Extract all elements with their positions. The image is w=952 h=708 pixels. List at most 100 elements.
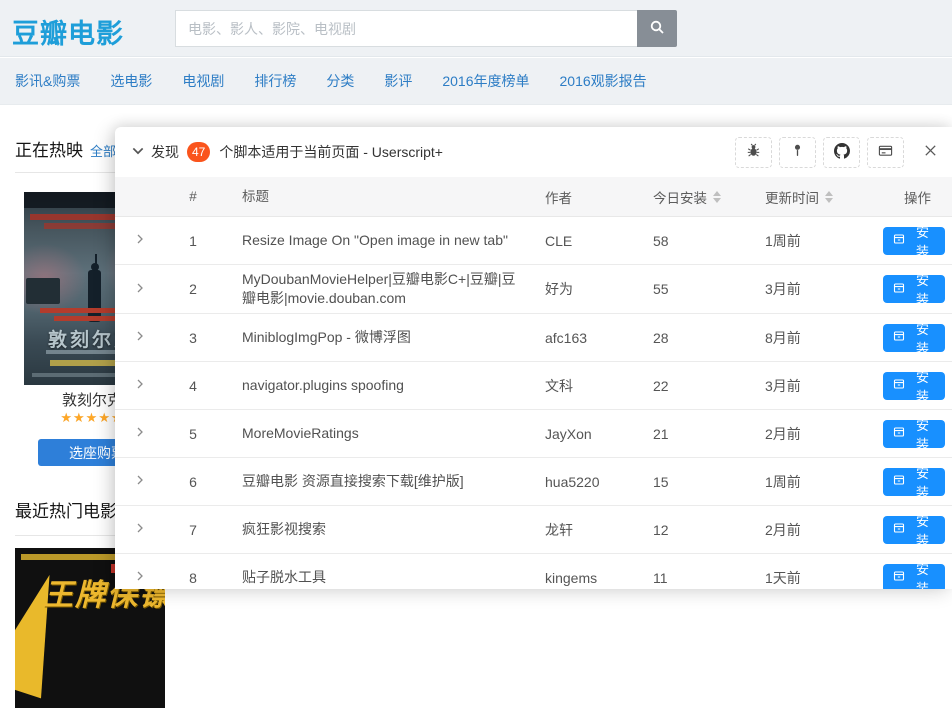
bug-icon <box>746 143 761 161</box>
install-label: 安装 <box>910 367 935 405</box>
nav-item-2016-report[interactable]: 2016观影报告 <box>560 71 647 91</box>
expand-row-button[interactable] <box>132 231 148 250</box>
script-title[interactable]: MiniblogImgPop - 微博浮图 <box>221 328 545 347</box>
github-icon <box>834 143 850 162</box>
column-index: # <box>165 189 221 204</box>
pin-button[interactable] <box>779 137 816 168</box>
script-title[interactable]: 疯狂影视搜索 <box>221 520 545 539</box>
expand-row-button[interactable] <box>132 520 148 539</box>
sort-carets-icon <box>713 191 721 203</box>
script-count-badge: 47 <box>187 142 210 162</box>
all-link[interactable]: 全部 <box>90 141 116 160</box>
column-updated-sort[interactable]: 更新时间 <box>765 187 883 207</box>
bug-report-button[interactable] <box>735 137 772 168</box>
expand-row-button[interactable] <box>132 472 148 491</box>
star-fill: ★★★★★ <box>60 410 117 426</box>
script-author: hua5220 <box>545 474 653 490</box>
expand-row-button[interactable] <box>132 568 148 587</box>
chevron-right-icon <box>134 426 146 441</box>
install-button[interactable]: 安装 <box>883 275 945 303</box>
nav-item-rankings[interactable]: 排行榜 <box>254 71 296 91</box>
search-icon <box>649 19 665 38</box>
chevron-right-icon <box>134 474 146 489</box>
updated-time: 1天前 <box>765 568 883 588</box>
install-label: 安装 <box>910 559 935 590</box>
table-header-row: # 标题 作者 今日安装 更新时间 操作 <box>115 177 952 217</box>
script-author: JayXon <box>545 426 653 442</box>
chevron-down-icon <box>131 144 145 161</box>
card-icon <box>878 143 893 161</box>
install-button[interactable]: 安装 <box>883 564 945 590</box>
userscript-panel: 发现 47 个脚本适用于当前页面 - Userscript+ <box>115 127 952 589</box>
table-row: 5 MoreMovieRatings JayXon 21 2月前 安装 <box>115 410 952 458</box>
daily-installs: 21 <box>653 426 765 442</box>
updated-time: 3月前 <box>765 279 883 299</box>
install-button[interactable]: 安装 <box>883 420 945 448</box>
script-title[interactable]: Resize Image On "Open image in new tab" <box>221 231 545 250</box>
row-index: 7 <box>165 522 221 538</box>
daily-installs: 28 <box>653 330 765 346</box>
install-button[interactable]: 安装 <box>883 516 945 544</box>
script-title[interactable]: MyDoubanMovieHelper|豆瓣电影C+|豆瓣|豆瓣电影|movie… <box>221 270 545 308</box>
script-title[interactable]: MoreMovieRatings <box>221 424 545 443</box>
install-button[interactable]: 安装 <box>883 324 945 352</box>
daily-installs: 22 <box>653 378 765 394</box>
install-icon <box>893 378 905 393</box>
install-button[interactable]: 安装 <box>883 227 945 255</box>
found-label: 发现 <box>151 142 179 162</box>
install-icon <box>893 282 905 297</box>
script-author: 龙轩 <box>545 520 653 540</box>
row-index: 5 <box>165 426 221 442</box>
recent-hot-title: 最近热门电影 <box>15 497 117 522</box>
table-row: 8 贴子脱水工具 kingems 11 1天前 安装 <box>115 554 952 589</box>
daily-installs: 12 <box>653 522 765 538</box>
nav-item-pick-movie[interactable]: 选电影 <box>110 71 152 91</box>
collapse-button[interactable] <box>129 142 147 163</box>
install-button[interactable]: 安装 <box>883 468 945 496</box>
sort-carets-icon <box>825 191 833 203</box>
github-button[interactable] <box>823 137 860 168</box>
card-view-button[interactable] <box>867 137 904 168</box>
row-index: 3 <box>165 330 221 346</box>
site-header: 豆瓣电影 <box>0 0 952 57</box>
nav-item-tv[interactable]: 电视剧 <box>182 71 224 91</box>
nav-item-categories[interactable]: 分类 <box>326 71 354 91</box>
table-row: 2 MyDoubanMovieHelper|豆瓣电影C+|豆瓣|豆瓣电影|mov… <box>115 265 952 314</box>
install-icon <box>893 474 905 489</box>
updated-time: 1周前 <box>765 231 883 251</box>
table-row: 6 豆瓣电影 资源直接搜索下载[维护版] hua5220 15 1周前 安装 <box>115 458 952 506</box>
install-label: 安装 <box>910 511 935 549</box>
install-label: 安装 <box>910 415 935 453</box>
install-icon <box>893 330 905 345</box>
table-row: 7 疯狂影视搜索 龙轩 12 2月前 安装 <box>115 506 952 554</box>
nav-item-2016-list[interactable]: 2016年度榜单 <box>442 71 529 91</box>
close-icon <box>923 143 938 161</box>
search-button[interactable] <box>637 10 677 47</box>
poster-decoration <box>88 270 101 322</box>
script-title[interactable]: 豆瓣电影 资源直接搜索下载[维护版] <box>221 472 545 491</box>
expand-row-button[interactable] <box>132 424 148 443</box>
script-title[interactable]: 贴子脱水工具 <box>221 568 545 587</box>
column-updated-label: 更新时间 <box>765 187 819 207</box>
column-installs-sort[interactable]: 今日安装 <box>653 187 765 207</box>
script-author: kingems <box>545 570 653 586</box>
site-logo[interactable]: 豆瓣电影 <box>12 12 124 51</box>
script-title[interactable]: navigator.plugins spoofing <box>221 376 545 395</box>
install-button[interactable]: 安装 <box>883 372 945 400</box>
script-author: 好为 <box>545 279 653 299</box>
expand-row-button[interactable] <box>132 376 148 395</box>
table-row: 1 Resize Image On "Open image in new tab… <box>115 217 952 265</box>
install-label: 安装 <box>910 222 935 260</box>
expand-row-button[interactable] <box>132 280 148 299</box>
chevron-right-icon <box>134 282 146 297</box>
nav-item-reviews[interactable]: 影评 <box>384 71 412 91</box>
install-label: 安装 <box>910 270 935 308</box>
daily-installs: 58 <box>653 233 765 249</box>
nav-item-tickets[interactable]: 影讯&购票 <box>15 71 80 91</box>
search-input[interactable] <box>175 10 637 47</box>
updated-time: 2月前 <box>765 424 883 444</box>
expand-row-button[interactable] <box>132 328 148 347</box>
column-title: 标题 <box>221 187 545 206</box>
table-row: 4 navigator.plugins spoofing 文科 22 3月前 安… <box>115 362 952 410</box>
close-panel-button[interactable] <box>921 141 940 163</box>
